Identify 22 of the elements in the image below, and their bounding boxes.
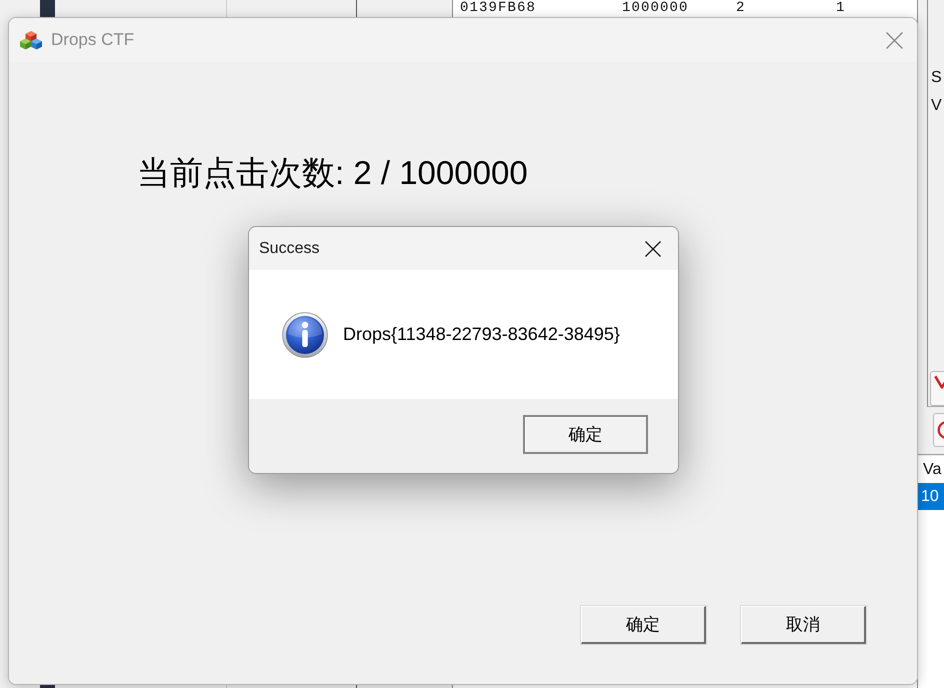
v-mark-icon [934,375,944,389]
panel-label: S [930,68,942,88]
ok-button[interactable]: 确定 [581,606,706,644]
message-text: Drops{11348-22793-83642-38495} [343,324,620,345]
info-icon [282,312,328,358]
cancel-button[interactable]: 取消 [741,606,866,644]
list-cell-text: 2 [736,1,747,16]
close-icon [886,32,902,48]
window-title: Drops CTF [51,30,134,50]
dialog-title: Success [259,240,320,258]
list-cell-text: 1000000 [622,1,690,16]
list-row[interactable]: 10 [918,483,944,510]
ok-button[interactable]: 确定 [523,415,648,454]
list-cell: 10 [921,488,939,506]
click-counter: 当前点击次数: 2 / 1000000 [137,153,528,193]
list-cell-text: 1 [836,1,847,16]
toolbar-button[interactable] [933,413,944,447]
list-cell-text: 0139FB68 [460,1,538,16]
cubes-icon [20,30,42,50]
close-icon [645,240,661,256]
toolbar-button[interactable] [930,371,944,406]
panel-label: V [930,96,942,116]
